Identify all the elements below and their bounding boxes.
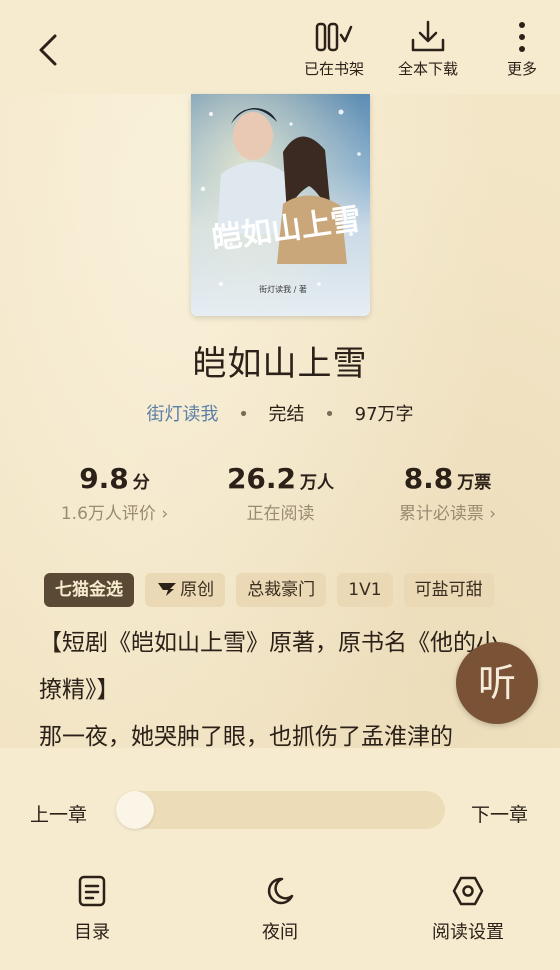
book-cover[interactable]: 皑如山上雪 街灯读我 / 著 <box>191 94 370 316</box>
tag-style[interactable]: 可盐可甜 <box>403 573 494 607</box>
toc-label: 目录 <box>74 922 110 943</box>
status-text: 完结 <box>268 404 305 425</box>
tag-original-label: 原创 <box>180 580 215 600</box>
chevron-right-icon: › <box>489 504 497 524</box>
description-line: 【短剧《皑如山上雪》原著，原书名《他的小 <box>39 630 499 656</box>
book-description[interactable]: 【短剧《皑如山上雪》原著，原书名《他的小 撩精》】 那一夜，她哭肿了眼，也抓伤了… <box>39 620 519 761</box>
readers-unit: 万人 <box>300 473 335 493</box>
tag-list: 七猫金选 原创 总裁豪门 1V1 可盐可甜 <box>44 573 500 607</box>
rating-value: 9.8 <box>79 462 129 495</box>
rating-stat[interactable]: 9.8 分 1.6万人评价 › <box>21 462 208 524</box>
back-button[interactable] <box>30 30 70 70</box>
book-title: 皑如山上雪 <box>192 344 368 384</box>
author-link[interactable]: 街灯读我 <box>146 404 218 425</box>
rating-count: 1.6万人评价 <box>60 504 156 524</box>
night-mode-label: 夜间 <box>262 922 298 943</box>
settings-icon <box>452 876 484 906</box>
tag-original[interactable]: 原创 <box>145 573 226 607</box>
slider-knob[interactable] <box>116 791 154 829</box>
more-label: 更多 <box>506 60 537 78</box>
word-count: 97万字 <box>354 404 414 425</box>
download-label: 全本下载 <box>397 60 458 78</box>
readers-label: 正在阅读 <box>246 504 315 524</box>
toc-button[interactable]: 目录 <box>37 874 147 944</box>
more-button[interactable]: 更多 <box>477 18 560 79</box>
cover-author-line: 街灯读我 / 著 <box>259 284 307 294</box>
bookshelf-icon <box>315 22 353 52</box>
seven-cats-logo-icon <box>158 583 177 596</box>
more-vertical-icon <box>519 22 525 52</box>
readers-stat: 26.2 万人 正在阅读 <box>187 462 374 524</box>
back-arrow-icon <box>39 34 57 66</box>
votes-unit: 万票 <box>457 473 492 493</box>
download-all-button[interactable]: 全本下载 <box>383 18 473 79</box>
stats-row: 9.8 分 1.6万人评价 › 26.2 万人 正在阅读 8.8 万票 累计必读票 › <box>0 462 560 532</box>
tag-featured[interactable]: 七猫金选 <box>44 573 134 607</box>
reading-settings-button[interactable]: 阅读设置 <box>413 874 523 944</box>
rating-unit: 分 <box>132 473 150 493</box>
separator-dot: • <box>238 404 249 425</box>
bookshelf-label: 已在书架 <box>303 60 364 78</box>
bookshelf-button[interactable]: 已在书架 <box>289 18 379 79</box>
listen-button[interactable]: 听 <box>456 642 538 724</box>
readers-value: 26.2 <box>226 462 297 495</box>
separator-dot: • <box>324 404 335 425</box>
tag-genre[interactable]: 总裁豪门 <box>236 573 327 607</box>
top-bar: 已在书架 全本下载 更多 <box>0 0 560 94</box>
reader-control-panel: 上一章 下一章 目录 夜间 阅读设置 <box>0 748 560 970</box>
votes-value: 8.8 <box>403 462 454 495</box>
prev-chapter-button[interactable]: 上一章 <box>30 800 87 827</box>
cover-art: 皑如山上雪 街灯读我 / 著 <box>191 94 370 316</box>
toc-icon <box>78 875 106 907</box>
next-chapter-button[interactable]: 下一章 <box>471 800 528 827</box>
download-icon <box>411 20 445 52</box>
tag-romance-type[interactable]: 1V1 <box>337 573 393 607</box>
chapter-progress-slider[interactable] <box>116 791 445 829</box>
night-mode-button[interactable]: 夜间 <box>225 874 335 944</box>
reading-settings-label: 阅读设置 <box>432 922 504 943</box>
book-meta: 街灯读我 • 完结 • 97万字 <box>0 400 560 426</box>
votes-label: 累计必读票 <box>398 504 484 524</box>
night-mode-icon <box>267 877 294 905</box>
description-line: 撩精》】 <box>39 677 120 703</box>
chevron-right-icon: › <box>161 504 169 524</box>
votes-stat[interactable]: 8.8 万票 累计必读票 › <box>354 462 541 524</box>
